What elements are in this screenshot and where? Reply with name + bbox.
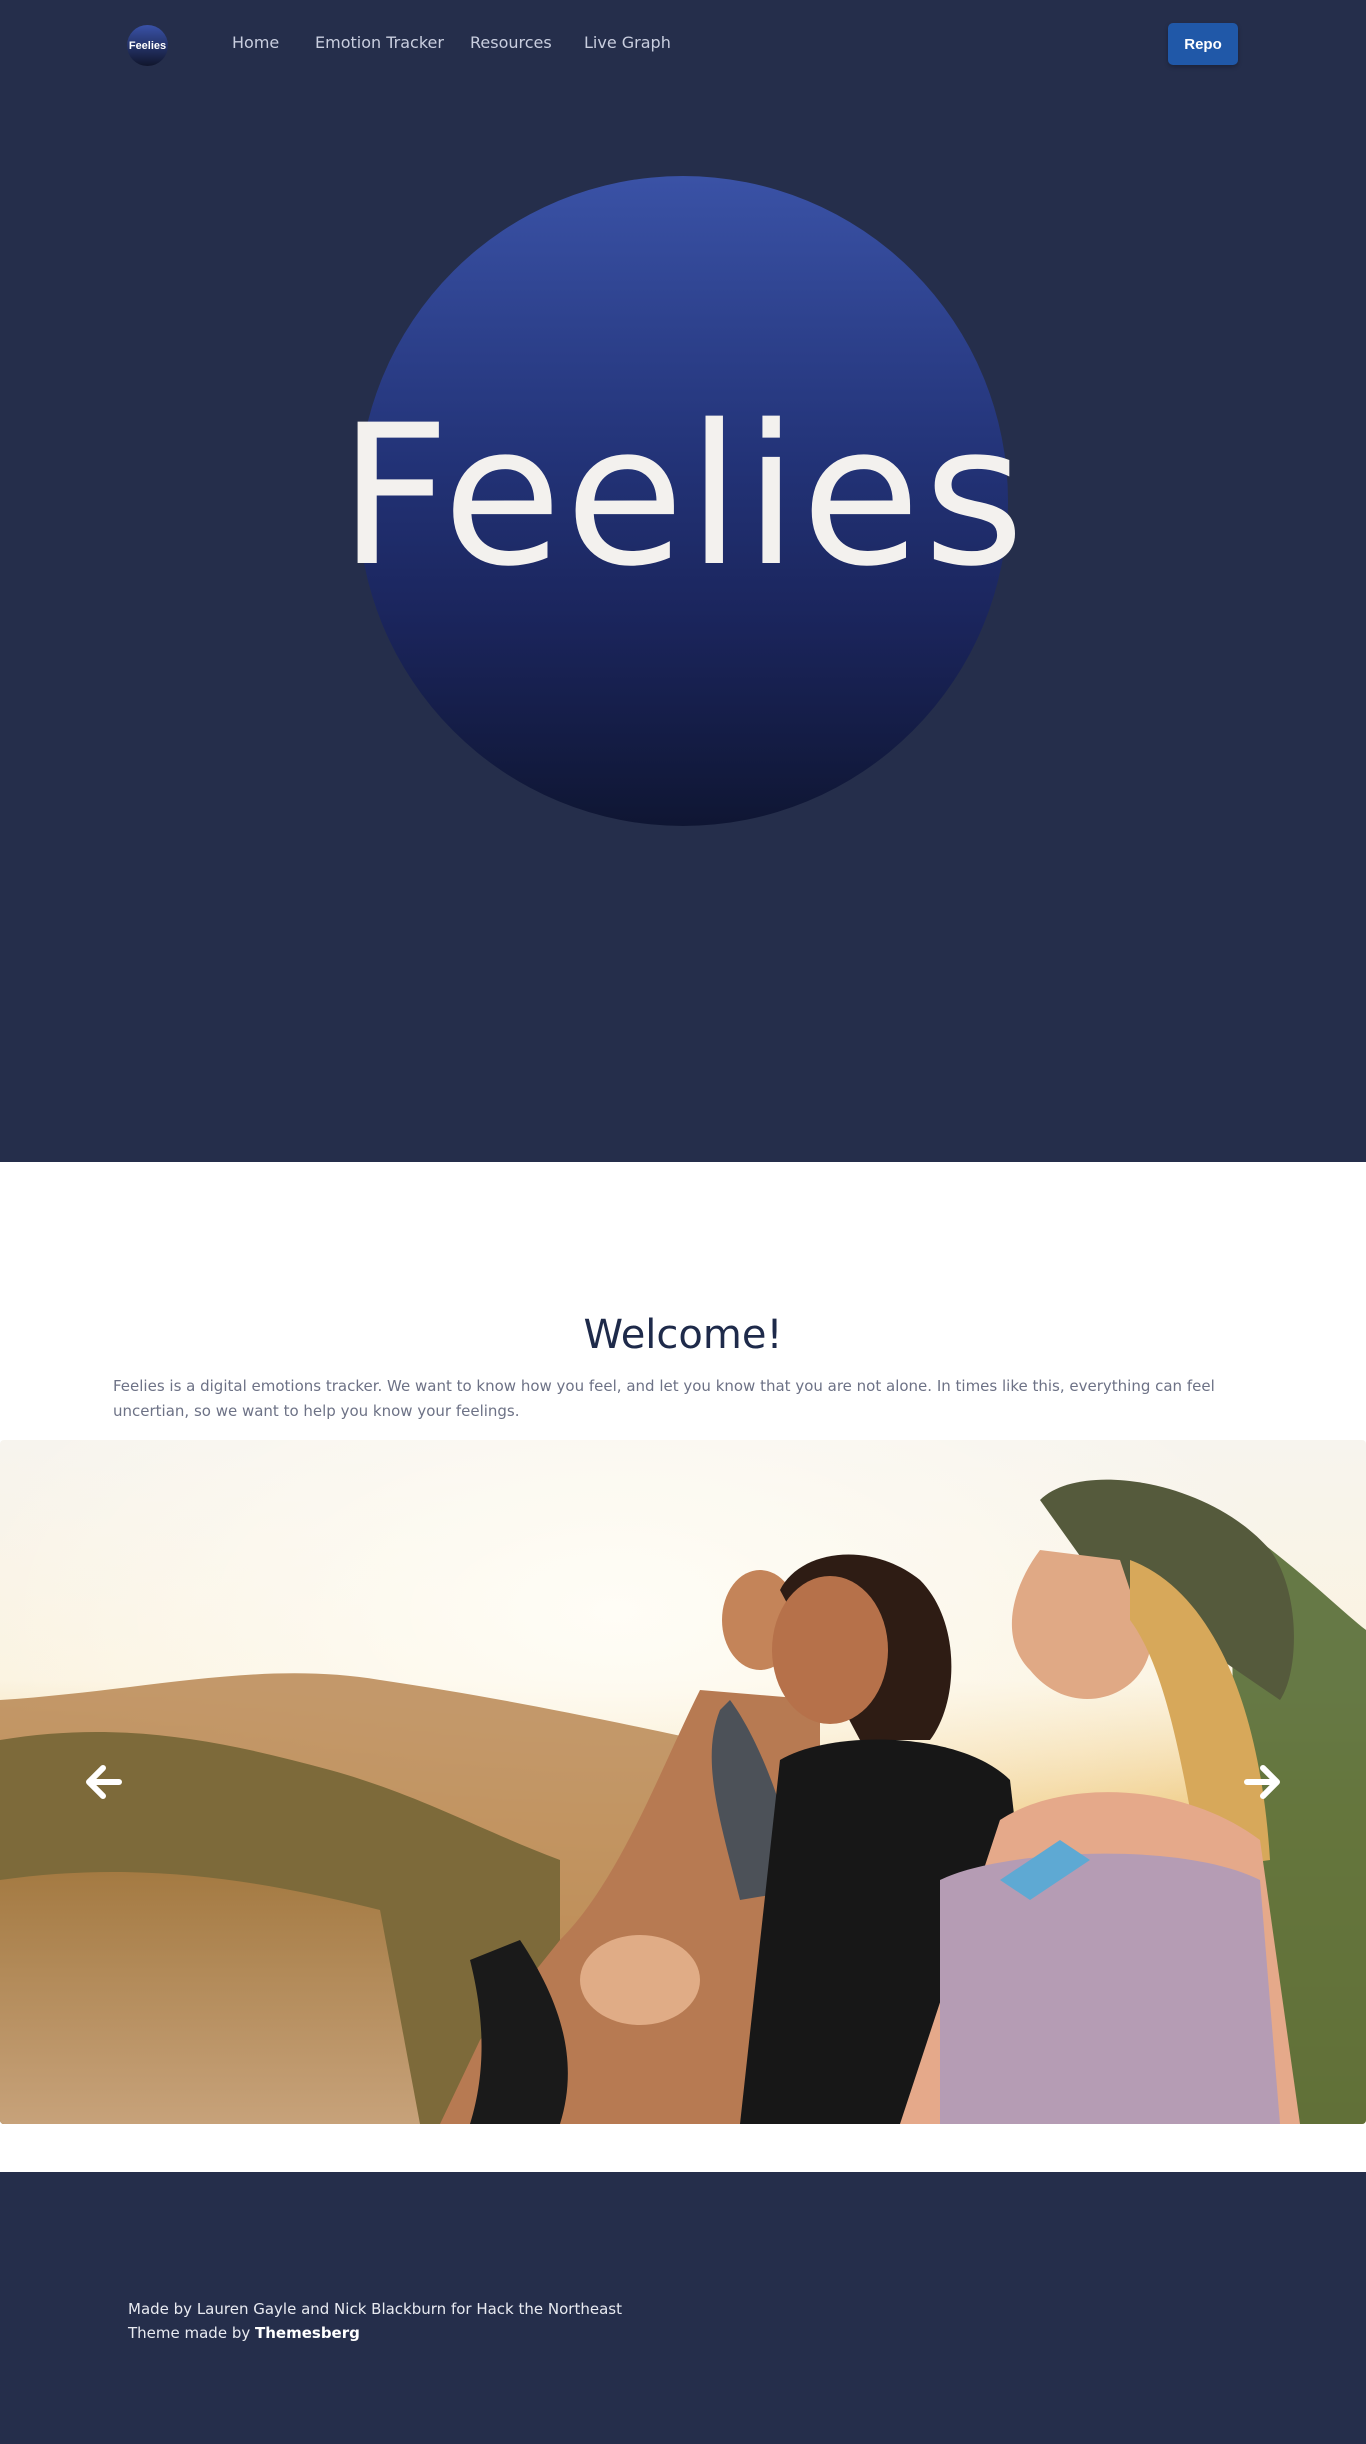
footer-credit: Made by Lauren Gayle and Nick Blackburn … [128, 2300, 622, 2318]
image-carousel [0, 1440, 1366, 2124]
welcome-heading: Welcome! [583, 1312, 783, 1358]
footer: Made by Lauren Gayle and Nick Blackburn … [0, 2172, 1366, 2444]
repo-button[interactable]: Repo [1168, 23, 1238, 65]
welcome-text: Feelies is a digital emotions tracker. W… [113, 1377, 1215, 1420]
footer-theme-line: Theme made by Themesberg [128, 2324, 360, 2342]
hero-section: Feelies Home Emotion Tracker Resources L… [0, 0, 1366, 1162]
nav-link-emotion-tracker[interactable]: Emotion Tracker [315, 33, 444, 52]
nav-link-live-graph[interactable]: Live Graph [584, 33, 671, 52]
nav-logo[interactable]: Feelies [127, 25, 168, 66]
arrow-left-icon [86, 1765, 122, 1799]
nav-link-resources[interactable]: Resources [470, 33, 552, 52]
nav-link-home[interactable]: Home [232, 33, 279, 52]
nav-logo-text: Feelies [128, 39, 167, 52]
hero-title: Feelies [338, 383, 1028, 609]
footer-theme-prefix: Theme made by [128, 2324, 255, 2342]
carousel-photo [0, 1440, 1366, 2124]
carousel-prev-button[interactable] [78, 1760, 128, 1804]
carousel-next-button[interactable] [1238, 1760, 1288, 1804]
hero-circle: Feelies [339, 176, 1024, 826]
themesberg-link[interactable]: Themesberg [255, 2324, 360, 2342]
arrow-right-icon [1244, 1765, 1280, 1799]
